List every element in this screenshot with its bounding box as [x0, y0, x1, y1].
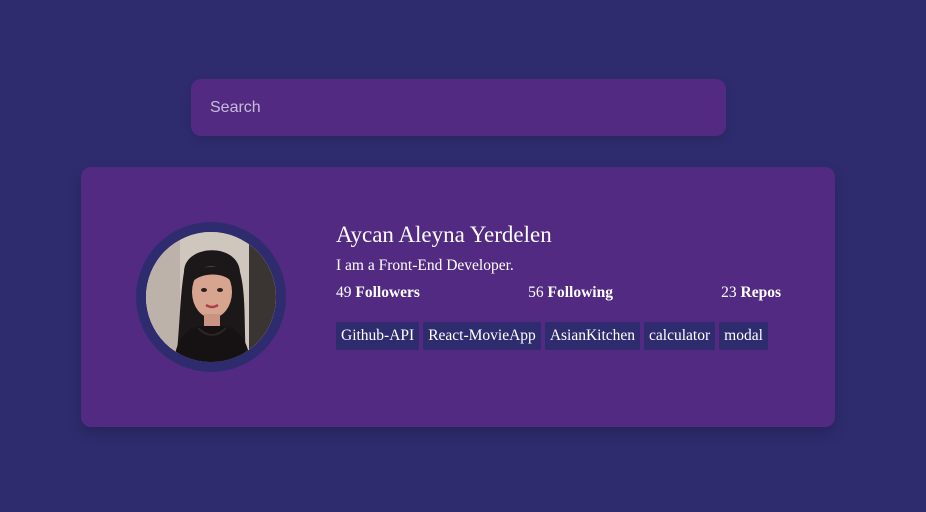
- search-input[interactable]: [191, 79, 726, 136]
- profile-photo-icon: [146, 232, 276, 362]
- repos-label: Repos: [740, 283, 781, 301]
- avatar-ring: [136, 222, 286, 372]
- user-card: Aycan Aleyna Yerdelen I am a Front-End D…: [81, 167, 835, 427]
- repo-link-asiankitchen[interactable]: AsianKitchen: [544, 322, 641, 350]
- avatar: [146, 232, 276, 362]
- user-info: Aycan Aleyna Yerdelen I am a Front-End D…: [336, 222, 781, 350]
- search-bar: [191, 79, 726, 136]
- user-name: Aycan Aleyna Yerdelen: [336, 222, 552, 247]
- following-count: 56: [528, 283, 544, 301]
- repo-link-github-api[interactable]: Github-API: [336, 322, 420, 350]
- following-stat: 56 Following: [528, 284, 613, 303]
- followers-label: Followers: [355, 283, 420, 301]
- user-stats: 49 Followers 56 Following 23 Repos: [336, 284, 781, 303]
- repo-list: Github-API React-MovieApp AsianKitchen c…: [336, 322, 781, 350]
- repos-stat: 23 Repos: [721, 284, 781, 303]
- following-label: Following: [547, 283, 613, 301]
- repos-count: 23: [721, 283, 737, 301]
- user-bio: I am a Front-End Developer.: [336, 257, 514, 275]
- repo-link-modal[interactable]: modal: [719, 322, 768, 350]
- repo-link-react-movieapp[interactable]: React-MovieApp: [423, 322, 541, 350]
- followers-count: 49: [336, 283, 352, 301]
- followers-stat: 49 Followers: [336, 284, 420, 303]
- repo-link-calculator[interactable]: calculator: [644, 322, 716, 350]
